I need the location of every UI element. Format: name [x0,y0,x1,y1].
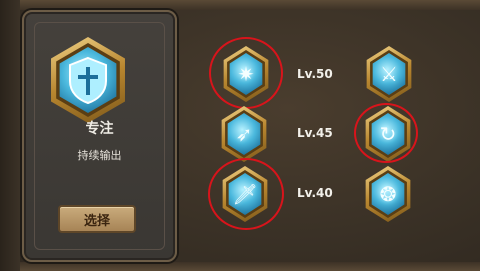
talent-subtitle: 持续输出 [77,149,122,162]
skill-lv45-left[interactable]: ➶ [218,106,270,162]
scroll-icon: ❂ [379,182,397,206]
crossed-blades-icon: ⚔ [380,62,398,86]
highlight-ring-lv40 [208,158,284,230]
left-frame-edge [0,0,20,271]
slash-wing-icon: ➶ [235,122,253,146]
skill-lv40-right[interactable]: ❂ [362,166,414,222]
bottom-frame-rail [0,262,480,271]
level-label-lv45: Lv.45 [297,126,333,140]
focus-shield-icon [45,37,131,123]
talent-title: 专注 [85,121,114,137]
emblem-glyph [45,37,131,123]
level-label-lv40: Lv.40 [297,186,333,200]
highlight-ring-lv50 [209,37,283,109]
highlight-ring-lv45 [354,103,418,163]
skill-lv50-right[interactable]: ⚔ [363,46,415,102]
level-label-lv50: Lv.50 [297,67,333,81]
select-button[interactable]: 选择 [58,205,136,233]
top-frame-rail [0,0,480,10]
